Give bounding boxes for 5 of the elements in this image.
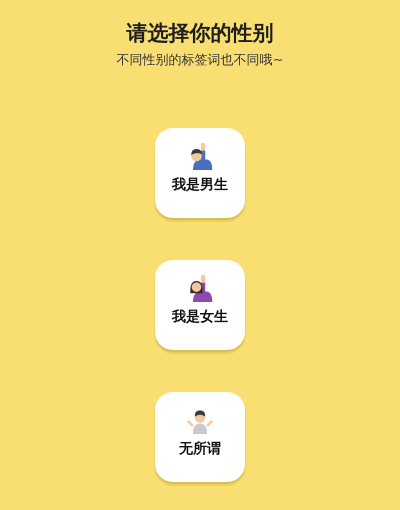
- gender-option-button[interactable]: 无所谓: [155, 392, 245, 482]
- gender-option-button[interactable]: 我是女生: [155, 260, 245, 350]
- page-subtitle: 不同性别的标签词也不同哦~: [116, 52, 284, 70]
- gender-option-button[interactable]: 我是男生: [155, 128, 245, 218]
- page-title: 请选择你的性别: [126, 20, 274, 46]
